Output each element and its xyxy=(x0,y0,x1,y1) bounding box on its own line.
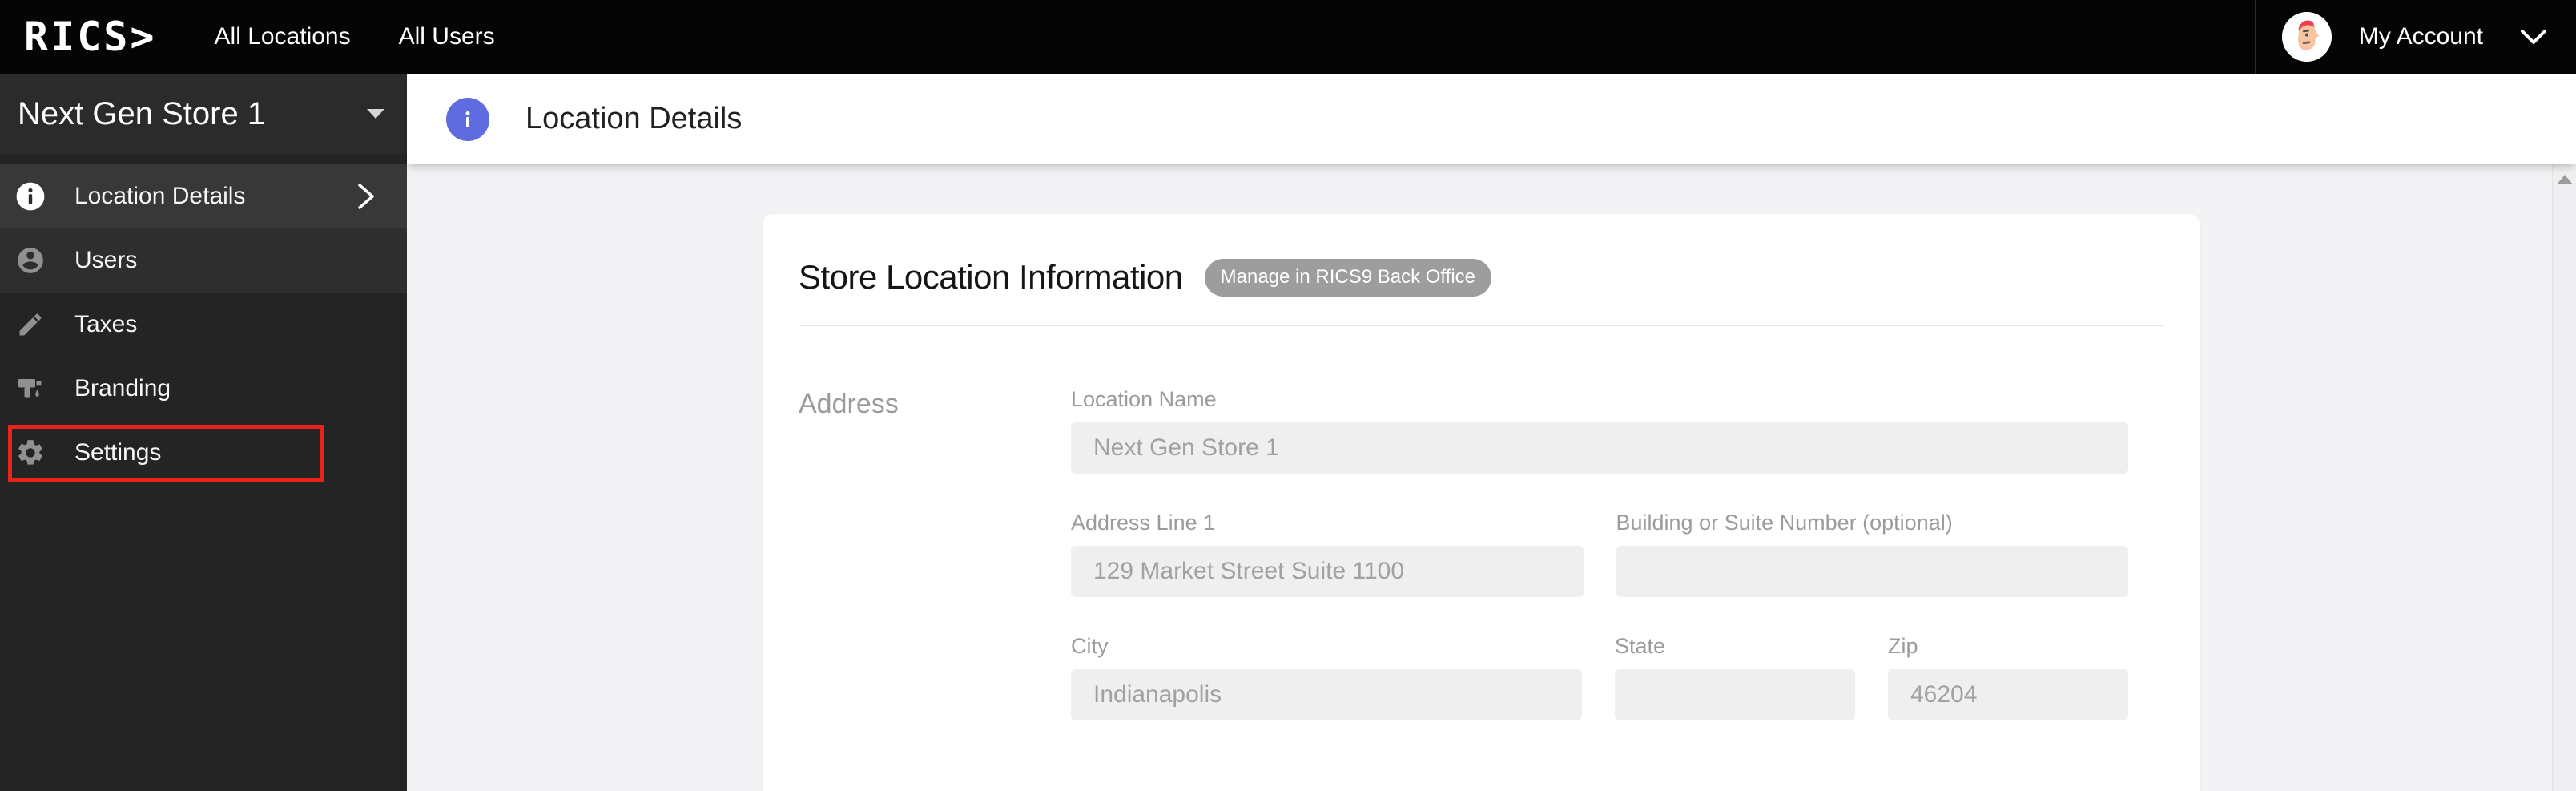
scroll-up-arrow-icon[interactable] xyxy=(2556,175,2573,184)
zip-label: Zip xyxy=(1888,634,1918,658)
zip-field-group: Zip xyxy=(1888,634,2128,720)
account-area: My Account xyxy=(2254,0,2576,74)
sidebar-item-taxes[interactable]: Taxes xyxy=(0,293,407,357)
address-fields: Location Name Address Line 1 Building or… xyxy=(1071,387,2128,757)
topbar: RICS> All Locations All Users My Account xyxy=(0,0,2576,74)
suite-label: Building or Suite Number (optional) xyxy=(1616,511,1953,535)
caret-down-icon xyxy=(367,109,384,119)
location-name-input[interactable] xyxy=(1071,422,2128,474)
sidebar-item-location-details[interactable]: Location Details xyxy=(0,164,407,228)
sidebar-item-label: Settings xyxy=(74,439,162,466)
store-name: Next Gen Store 1 xyxy=(18,95,266,131)
my-account-label: My Account xyxy=(2358,23,2483,50)
sidebar-item-settings[interactable]: Settings xyxy=(0,421,407,485)
card-header: Store Location Information Manage in RIC… xyxy=(799,258,2163,297)
main-area: Location Details Store Location Informat… xyxy=(407,74,2576,791)
state-field-group: State xyxy=(1615,634,1855,720)
address-line-1-input[interactable] xyxy=(1071,546,1584,597)
city-input[interactable] xyxy=(1071,669,1582,720)
page-title: Location Details xyxy=(525,102,743,135)
sidebar-item-label: Branding xyxy=(74,375,171,402)
location-name-field-group: Location Name xyxy=(1071,387,2128,474)
store-selector[interactable]: Next Gen Store 1 xyxy=(0,74,407,154)
page-header: Location Details xyxy=(407,74,2576,164)
state-label: State xyxy=(1615,634,1666,658)
card-divider xyxy=(799,325,2163,326)
rics-logo[interactable]: RICS> xyxy=(24,14,157,60)
store-location-card: Store Location Information Manage in RIC… xyxy=(763,214,2200,791)
sidebar-menu: Location Details Users Taxes Branding Se… xyxy=(0,164,407,485)
nav-all-locations[interactable]: All Locations xyxy=(215,23,351,50)
city-field-group: City xyxy=(1071,634,1582,720)
topbar-nav: All Locations All Users xyxy=(215,23,495,50)
card-title: Store Location Information xyxy=(799,258,1183,296)
chevron-right-icon xyxy=(358,184,374,209)
app-body: Next Gen Store 1 Location Details Users … xyxy=(0,74,2576,791)
pen-icon xyxy=(14,309,46,341)
my-account-button[interactable]: My Account xyxy=(2256,0,2576,74)
sidebar-item-label: Users xyxy=(74,247,138,273)
paint-roller-icon xyxy=(14,373,46,405)
sidebar-item-label: Location Details xyxy=(74,183,246,209)
info-icon xyxy=(446,97,489,141)
sidebar: Next Gen Store 1 Location Details Users … xyxy=(0,74,407,791)
state-input[interactable] xyxy=(1615,669,1855,720)
zip-input[interactable] xyxy=(1888,669,2128,720)
address-group-label: Address xyxy=(799,389,899,419)
sidebar-item-branding[interactable]: Branding xyxy=(0,357,407,421)
manage-badge: Manage in RICS9 Back Office xyxy=(1204,258,1491,297)
address-line-1-label: Address Line 1 xyxy=(1071,511,1216,535)
city-label: City xyxy=(1071,634,1109,658)
sidebar-item-users[interactable]: Users xyxy=(0,228,407,293)
user-icon xyxy=(14,244,46,276)
suite-field-group: Building or Suite Number (optional) xyxy=(1616,511,2128,597)
gear-icon xyxy=(14,437,46,469)
location-name-label: Location Name xyxy=(1071,387,1217,411)
info-icon xyxy=(14,180,46,212)
address-line-1-field-group: Address Line 1 xyxy=(1071,511,1584,597)
nav-all-users[interactable]: All Users xyxy=(399,23,495,50)
chevron-down-icon xyxy=(2521,30,2546,44)
content-area: Store Location Information Manage in RIC… xyxy=(407,164,2576,791)
suite-input[interactable] xyxy=(1616,546,2128,597)
avatar xyxy=(2281,12,2332,62)
sidebar-item-label: Taxes xyxy=(74,311,138,337)
address-form: Address Location Name Address Line 1 xyxy=(799,387,2163,757)
vertical-scrollbar[interactable] xyxy=(2552,164,2576,791)
